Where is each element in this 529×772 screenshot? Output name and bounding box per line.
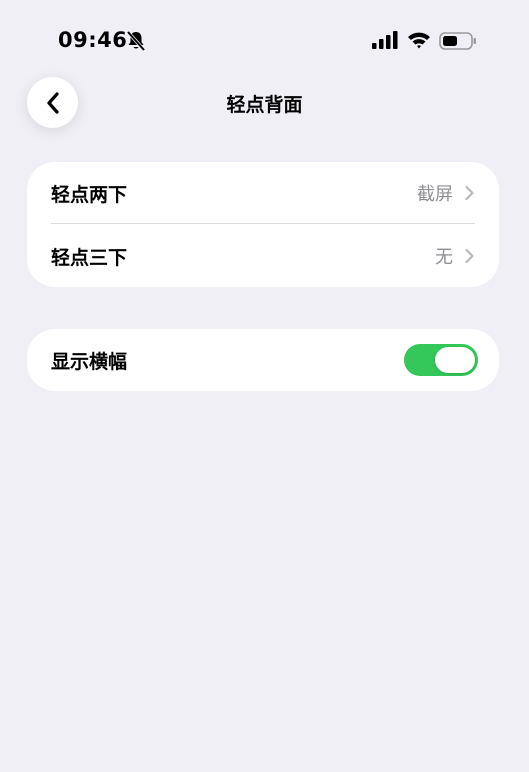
show-banner-row: 显示横幅: [27, 329, 499, 391]
status-time: 09:46: [58, 28, 128, 52]
row-value: 无: [435, 247, 453, 268]
row-label: 轻点两下: [51, 183, 128, 206]
toggle-knob: [435, 347, 475, 373]
row-label: 轻点三下: [51, 246, 128, 269]
triple-tap-row[interactable]: 轻点三下 无: [27, 225, 499, 287]
row-label: 显示横幅: [51, 350, 128, 373]
battery-icon: [439, 32, 476, 50]
banner-settings-group: 显示横幅: [27, 329, 499, 391]
bell-slash-icon: [126, 30, 146, 52]
wifi-icon: [408, 32, 430, 49]
cellular-signal-icon: [372, 31, 398, 49]
double-tap-row[interactable]: 轻点两下 截屏: [27, 162, 499, 224]
show-banner-toggle[interactable]: [404, 344, 478, 376]
page-title: 轻点背面: [226, 94, 303, 116]
divider: [51, 223, 475, 224]
chevron-right-icon: [465, 185, 474, 201]
status-bar: 09:46: [0, 0, 529, 84]
row-value: 截屏: [417, 184, 453, 205]
tap-settings-group: 轻点两下 截屏 轻点三下 无: [27, 162, 499, 287]
chevron-right-icon: [465, 248, 474, 264]
